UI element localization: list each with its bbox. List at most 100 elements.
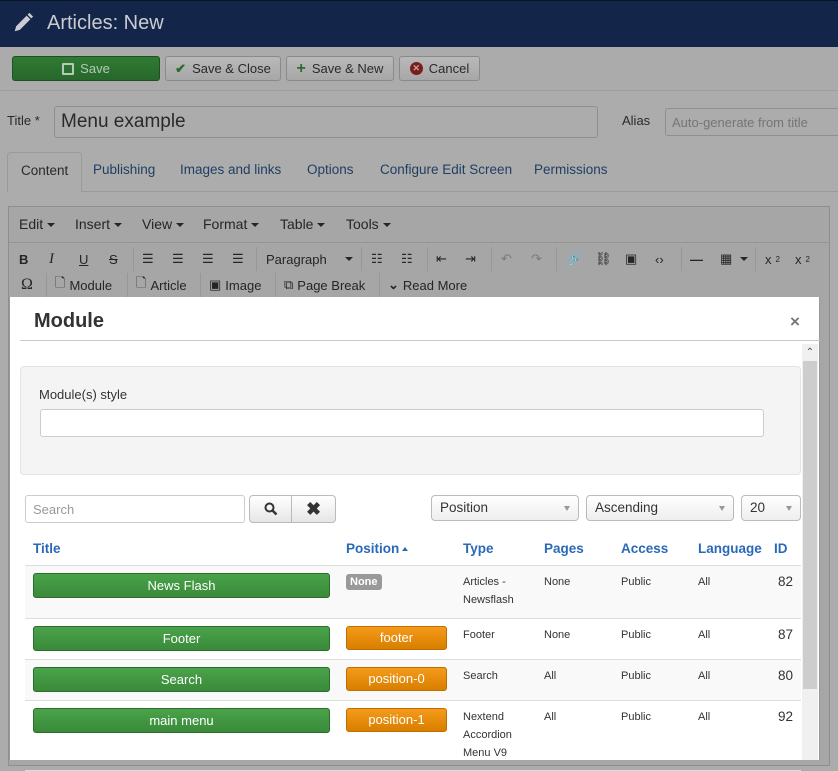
search-icon xyxy=(264,502,277,516)
scroll-thumb[interactable] xyxy=(803,361,817,689)
separator xyxy=(256,247,257,271)
position-badge: None xyxy=(346,574,382,590)
module-select-button[interactable]: News Flash xyxy=(33,573,330,598)
position-button[interactable]: position-1 xyxy=(346,708,447,732)
format-select[interactable]: Paragraph xyxy=(266,249,353,269)
read-more-button[interactable]: ⌄ Read More xyxy=(388,275,467,295)
subscript-icon[interactable]: x2 xyxy=(765,249,780,269)
column-type[interactable]: Type xyxy=(455,533,536,566)
insert-module-button[interactable]: 🗋 Module xyxy=(55,275,112,295)
search-input[interactable] xyxy=(25,495,245,523)
indent-icon[interactable]: ⇥ xyxy=(465,249,476,269)
column-id[interactable]: ID xyxy=(770,533,801,566)
save-button[interactable]: Save xyxy=(12,56,160,81)
close-icon: ✖ xyxy=(305,498,322,519)
module-select-button[interactable]: Footer xyxy=(33,626,330,651)
align-justify-icon[interactable]: ☰ xyxy=(232,249,244,269)
separator xyxy=(427,247,428,271)
tab-content[interactable]: Content xyxy=(7,152,83,193)
cancel-icon: ✕ xyxy=(409,62,423,75)
underline-icon[interactable]: U xyxy=(79,249,88,269)
align-center-icon[interactable]: ☰ xyxy=(172,249,184,269)
scroll-up-icon[interactable]: ⌃ xyxy=(802,344,818,361)
sort-field-select[interactable]: Position xyxy=(431,495,579,521)
special-char-icon[interactable]: Ω xyxy=(21,275,33,295)
insert-article-button[interactable]: 🗋 Article xyxy=(136,275,187,295)
menu-table[interactable]: Table xyxy=(280,216,326,232)
redo-icon[interactable]: ↷ xyxy=(531,249,542,269)
bold-icon[interactable]: B xyxy=(19,249,28,269)
clear-search-button[interactable]: ✖ xyxy=(292,495,336,523)
position-button[interactable]: position-0 xyxy=(346,667,447,691)
strikethrough-icon[interactable]: S xyxy=(109,249,118,269)
module-style-input[interactable] xyxy=(40,409,764,437)
menu-format[interactable]: Format xyxy=(203,216,260,232)
table-icon[interactable]: ▦ xyxy=(720,249,749,269)
column-title[interactable]: Title xyxy=(25,533,338,566)
separator xyxy=(46,273,47,297)
tab-options[interactable]: Options xyxy=(307,162,354,177)
save-close-button[interactable]: ✔ Save & Close xyxy=(165,56,281,81)
module-select-button[interactable]: Search xyxy=(33,667,330,692)
module-id: 87 xyxy=(770,618,801,660)
sort-direction-select[interactable]: Ascending xyxy=(586,495,734,521)
undo-icon[interactable]: ↶ xyxy=(501,249,512,269)
module-style-panel: Module(s) style xyxy=(20,366,801,475)
column-access[interactable]: Access xyxy=(613,533,690,566)
cancel-button[interactable]: ✕ Cancel xyxy=(399,56,480,81)
italic-icon[interactable]: I xyxy=(49,249,54,269)
module-id: 80 xyxy=(770,659,801,701)
tab-publishing[interactable]: Publishing xyxy=(93,162,155,177)
module-pages: None xyxy=(536,618,613,660)
position-button[interactable]: footer xyxy=(346,626,447,650)
outdent-icon[interactable]: ⇤ xyxy=(436,249,447,269)
caret-down-icon xyxy=(382,223,391,228)
table-row: Search position-0 Search All Public All … xyxy=(25,659,801,701)
search-button[interactable] xyxy=(249,495,292,523)
menu-view[interactable]: View xyxy=(142,216,185,232)
unlink-icon[interactable]: ⛓ xyxy=(595,249,612,269)
caret-down-icon xyxy=(114,223,123,228)
align-left-icon[interactable]: ☰ xyxy=(142,249,154,269)
tab-images-links[interactable]: Images and links xyxy=(180,162,281,177)
pencil-icon xyxy=(14,12,34,32)
bullet-list-icon[interactable]: ☷ xyxy=(371,249,383,269)
menu-tools[interactable]: Tools xyxy=(346,216,391,232)
save-new-button[interactable]: + Save & New xyxy=(286,56,394,81)
module-language: All xyxy=(690,565,770,619)
page-title: Articles: New xyxy=(47,12,164,34)
sort-ascending-icon xyxy=(402,547,409,552)
close-icon[interactable]: × xyxy=(790,312,800,332)
link-icon[interactable]: 🔗 xyxy=(566,249,582,269)
table-header: Title Position Type Pages Access Languag… xyxy=(25,533,801,566)
superscript-icon[interactable]: x2 xyxy=(795,249,810,269)
page-break-button[interactable]: ⧉ Page Break xyxy=(284,275,365,295)
modal-scrollbar[interactable]: ⌃ xyxy=(802,344,818,760)
separator xyxy=(361,247,362,271)
list-limit-select[interactable]: 20 xyxy=(741,495,801,521)
alias-input[interactable] xyxy=(665,108,838,136)
tab-permissions[interactable]: Permissions xyxy=(534,162,608,177)
copy-icon: ⧉ xyxy=(284,277,294,292)
image-icon[interactable]: ▣ xyxy=(625,249,637,269)
title-input[interactable] xyxy=(54,106,598,138)
editor-menubar: Edit Insert View Format Table Tools xyxy=(9,207,829,243)
column-pages[interactable]: Pages xyxy=(536,533,613,566)
horizontal-rule-icon[interactable]: — xyxy=(690,249,703,269)
column-language[interactable]: Language xyxy=(690,533,770,566)
separator xyxy=(681,247,682,271)
insert-image-button[interactable]: ▣ Image xyxy=(209,275,261,295)
tab-configure-edit-screen[interactable]: Configure Edit Screen xyxy=(380,162,512,177)
column-position[interactable]: Position xyxy=(338,533,455,566)
menu-edit[interactable]: Edit xyxy=(19,216,56,232)
module-pages: All xyxy=(536,659,613,701)
numbered-list-icon[interactable]: ☷ xyxy=(401,249,413,269)
module-select-button[interactable]: main menu xyxy=(33,708,330,733)
separator xyxy=(200,273,201,297)
menu-insert[interactable]: Insert xyxy=(75,216,123,232)
code-icon[interactable]: ‹› xyxy=(655,249,664,269)
module-modal: Module × ⌃ Module(s) style ✖ Position As… xyxy=(9,297,820,771)
add-document-icon: 🗋 xyxy=(55,275,66,290)
modal-title: Module xyxy=(34,310,104,332)
align-right-icon[interactable]: ☰ xyxy=(202,249,214,269)
